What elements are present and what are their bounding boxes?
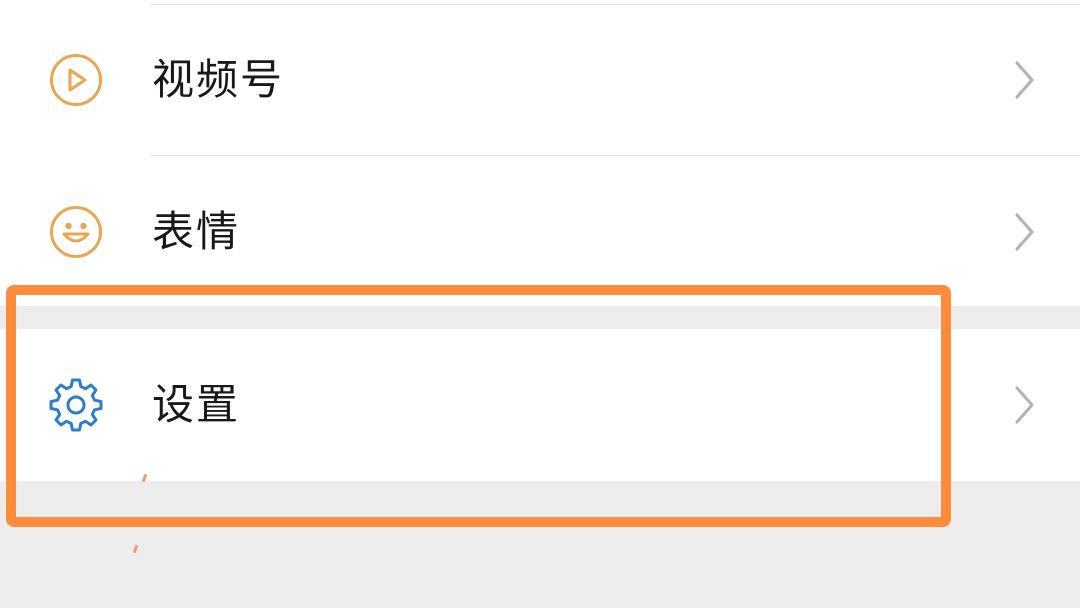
gear-icon — [48, 377, 104, 433]
chevron-right-icon — [1014, 385, 1036, 425]
menu-group-top: 视频号 表情 — [0, 0, 1080, 306]
menu-group-bottom: 设置 — [0, 329, 1080, 481]
chevron-right-icon — [1014, 212, 1036, 252]
menu-item-label: 设置 — [152, 380, 241, 429]
menu-item-label: 表情 — [152, 207, 241, 256]
chevron-right-icon — [1014, 60, 1036, 100]
menu-item-video-channel[interactable]: 视频号 — [0, 4, 1080, 156]
video-channel-icon — [48, 52, 104, 108]
smiley-icon — [48, 204, 104, 260]
settings-screen: 视频号 表情 设置 — [0, 0, 1080, 608]
menu-item-label: 视频号 — [152, 55, 285, 104]
menu-item-settings[interactable]: 设置 — [0, 329, 1080, 481]
speck — [132, 544, 139, 554]
menu-item-stickers[interactable]: 表情 — [0, 156, 1080, 308]
